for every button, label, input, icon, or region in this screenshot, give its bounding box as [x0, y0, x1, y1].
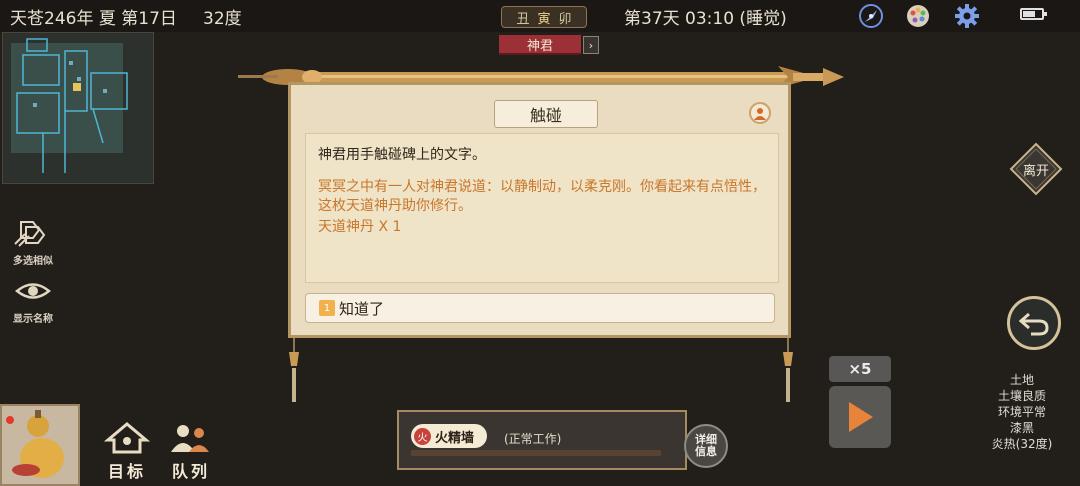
show-names-label: 显示名称	[13, 314, 53, 325]
speed-button[interactable]: ×5	[829, 356, 891, 382]
event-dialog: 触碰 神君用手触碰碑上的文字。 冥冥之中有一人对神君说道：以静制动，以柔克刚。你…	[288, 82, 791, 338]
narration-text: 神君用手触碰碑上的文字。	[318, 147, 486, 163]
reward-text: 天道神丹 X 1	[318, 219, 402, 235]
scroll-tassel-right	[779, 338, 797, 404]
worker-progress-bar	[411, 450, 661, 456]
speaker-tag: 神君	[499, 35, 581, 55]
palette-icon[interactable]	[904, 2, 932, 30]
fire-element-icon: 火	[414, 427, 431, 445]
eye-icon	[15, 283, 51, 299]
gourd-icon	[6, 410, 64, 478]
tile-soil: 土壤良质	[997, 389, 1046, 403]
detail-info-button[interactable]: 详细 信息	[684, 424, 728, 468]
tile-light: 漆黑	[1009, 421, 1034, 435]
worker-name: 火精墙	[435, 430, 475, 446]
speech-text: 冥冥之中有一人对神君说道：以静制动，以柔克刚。你看起来有点悟性，这枚天道神丹助你…	[318, 179, 766, 214]
leave-button[interactable]: 离开	[1009, 142, 1063, 196]
choice-number-badge: 1	[319, 300, 335, 316]
compass-icon[interactable]	[857, 2, 885, 30]
multi-select-label: 多选相似	[13, 256, 53, 267]
worker-status-panel[interactable]: 火 火精墙 (正常工作)	[397, 410, 687, 470]
team-icon	[171, 425, 209, 452]
day-time: 第37天 03:10 (睡觉)	[624, 9, 787, 29]
speaker-next-button[interactable]: ›	[583, 36, 599, 54]
period-next: 卯	[558, 11, 572, 27]
gourd-panel[interactable]	[0, 404, 80, 486]
scroll-tassel-left	[285, 338, 303, 404]
detail-label-2: 信息	[695, 445, 717, 458]
period-current: 寅	[537, 11, 551, 27]
battery-icon	[1020, 8, 1047, 20]
worker-tag: 火 火精墙	[411, 424, 487, 448]
show-names-button[interactable]: 显示名称	[8, 276, 58, 325]
tile-info: 土地 土壤良质 环境平常 漆黑 炎热(32度)	[972, 372, 1072, 452]
team-button[interactable]: 队列	[166, 422, 216, 482]
goal-icon	[103, 422, 151, 454]
goal-label: 目标	[107, 462, 146, 481]
play-button[interactable]	[829, 386, 891, 448]
choice-label: 知道了	[339, 299, 385, 318]
choice-button-acknowledge[interactable]: 1 知道了	[305, 293, 775, 323]
worker-status: (正常工作)	[504, 432, 562, 446]
dialog-text-panel: 神君用手触碰碑上的文字。 冥冥之中有一人对神君说道：以静制动，以柔克刚。你看起来…	[305, 133, 779, 283]
dialog-title: 触碰	[494, 100, 598, 128]
goal-button[interactable]: 目标	[102, 422, 152, 482]
multi-select-button[interactable]: 多选相似	[8, 218, 58, 267]
leave-label: 离开	[1022, 164, 1049, 179]
avatar-button[interactable]	[749, 102, 771, 124]
team-label: 队列	[171, 462, 210, 481]
multi-select-icon	[14, 221, 46, 247]
avatar-icon	[754, 108, 766, 120]
temperature: 32度	[203, 9, 242, 29]
time-period-badge[interactable]: 丑 寅 卯	[501, 6, 587, 28]
back-button[interactable]	[1007, 296, 1061, 350]
tile-temperature: 炎热(32度)	[991, 437, 1053, 451]
gear-icon[interactable]	[953, 2, 981, 30]
minimap[interactable]	[2, 32, 154, 184]
back-arrow-icon	[1019, 312, 1049, 336]
play-icon	[849, 402, 873, 432]
calendar-date: 天苍246年 夏 第17日	[10, 9, 177, 29]
tile-type: 土地	[1009, 373, 1034, 387]
period-prev: 丑	[516, 11, 530, 27]
tile-environment: 环境平常	[997, 405, 1046, 419]
